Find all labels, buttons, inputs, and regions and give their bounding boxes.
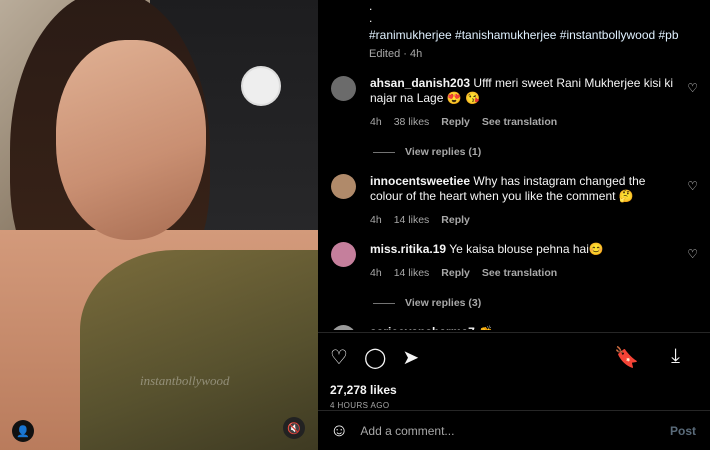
comment-username[interactable]: ahsan_danish203 xyxy=(370,76,470,90)
view-replies-label[interactable]: View replies (1) xyxy=(405,146,481,158)
comment-likes[interactable]: 38 likes xyxy=(394,116,430,128)
see-translation-button[interactable]: See translation xyxy=(482,116,557,128)
caption-dot: . xyxy=(369,11,373,25)
reply-button[interactable]: Reply xyxy=(441,116,470,128)
avatar[interactable] xyxy=(331,76,356,101)
face-shape xyxy=(56,40,206,240)
view-replies-button[interactable]: View replies (1) xyxy=(373,146,710,158)
post-caption: . . #ranimukherjee #tanishamukherjee #in… xyxy=(331,0,710,60)
comment-heart-icon[interactable]: ♡ xyxy=(687,247,698,261)
post-actions: ♡ ◯ ➤ 🔖 ⤓ 27,278 likes 4 HOURS AGO xyxy=(318,332,710,410)
comment-heart-icon[interactable]: ♡ xyxy=(687,81,698,95)
comment-item: ahsan_danish203 Ufff meri sweet Rani Muk… xyxy=(331,76,710,128)
caption-edited: Edited · 4h xyxy=(369,48,423,60)
post-comment-button[interactable]: Post xyxy=(670,424,696,438)
view-replies-button[interactable]: View replies (3) xyxy=(373,297,710,309)
divider xyxy=(373,151,395,153)
reply-button[interactable]: Reply xyxy=(441,214,470,226)
dress-shape xyxy=(80,250,318,450)
post-timestamp[interactable]: 4 HOURS AGO xyxy=(330,401,696,410)
comment-text: Ye kaisa blouse pehna hai😊 xyxy=(449,242,604,256)
likes-count[interactable]: 27,278 likes xyxy=(330,383,696,397)
comments-list[interactable]: . . #ranimukherjee #tanishamukherjee #in… xyxy=(318,0,710,330)
comment-input[interactable] xyxy=(360,423,670,438)
share-icon[interactable]: ➤ xyxy=(402,345,419,370)
post-sidebar: . . #ranimukherjee #tanishamukherjee #in… xyxy=(318,0,710,450)
like-icon[interactable]: ♡ xyxy=(330,345,348,370)
comment-icon[interactable]: ◯ xyxy=(364,345,386,370)
avatar[interactable] xyxy=(331,174,356,199)
comment-item: miss.ritika.19 Ye kaisa blouse pehna hai… xyxy=(331,242,710,279)
instagram-post: instantbollywood 👤 🔇 . . #ranimukherjee … xyxy=(0,0,710,450)
comment-likes[interactable]: 14 likes xyxy=(394,267,430,279)
comment-username[interactable]: miss.ritika.19 xyxy=(370,242,446,256)
comment-item: innocentsweetiee Why has instagram chang… xyxy=(331,174,710,226)
emoji-icon[interactable]: ☺ xyxy=(330,420,348,441)
comment-likes[interactable]: 14 likes xyxy=(394,214,430,226)
reply-button[interactable]: Reply xyxy=(441,267,470,279)
download-icon[interactable]: ⤓ xyxy=(671,345,680,370)
save-icon[interactable]: 🔖 xyxy=(614,345,639,370)
comment-text: 👏 xyxy=(478,325,493,330)
add-comment-bar: ☺ Post xyxy=(318,410,710,450)
avatar[interactable] xyxy=(331,325,356,330)
comment-time[interactable]: 4h xyxy=(370,267,382,279)
caption-dot: . xyxy=(369,0,373,13)
comment-heart-icon[interactable]: ♡ xyxy=(687,179,698,193)
caption-hashtags[interactable]: #ranimukherjee #tanishamukherjee #instan… xyxy=(369,26,710,44)
divider xyxy=(373,302,395,304)
see-translation-button[interactable]: See translation xyxy=(482,267,557,279)
tagged-user-icon[interactable]: 👤 xyxy=(12,420,34,442)
video-watermark: instantbollywood xyxy=(140,373,230,388)
mute-icon[interactable]: 🔇 xyxy=(283,417,305,439)
avatar[interactable] xyxy=(331,242,356,267)
shirt-logo xyxy=(241,66,281,106)
comment-time[interactable]: 4h xyxy=(370,214,382,226)
comment-username[interactable]: sarjeevansharma7 xyxy=(370,325,475,330)
comment-username[interactable]: innocentsweetiee xyxy=(370,174,470,188)
view-replies-label[interactable]: View replies (3) xyxy=(405,297,481,309)
comment-item: sarjeevansharma7 👏 ♡ xyxy=(331,325,710,330)
post-video[interactable]: instantbollywood 👤 🔇 xyxy=(0,0,318,450)
comment-time[interactable]: 4h xyxy=(370,116,382,128)
